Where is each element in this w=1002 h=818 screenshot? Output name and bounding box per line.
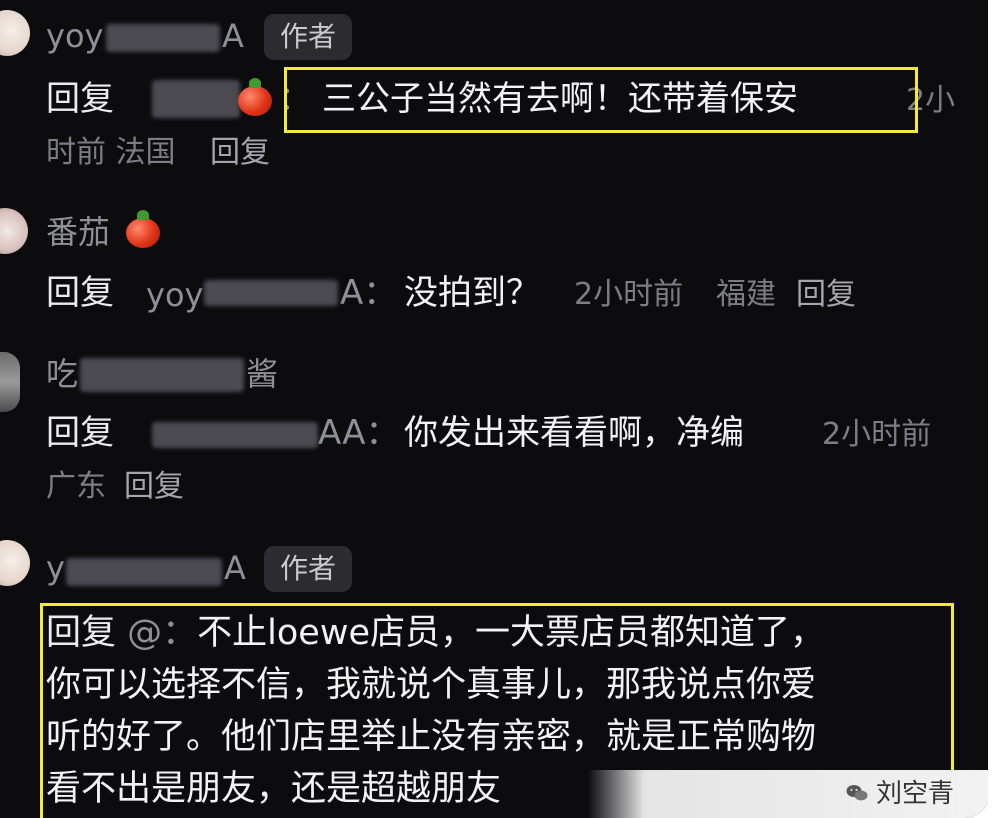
comment-content-line-3: 听的好了。他们店里举止没有亲密，就是正常购物 <box>46 717 817 757</box>
blurred-username <box>152 80 240 118</box>
avatar[interactable] <box>0 352 20 412</box>
reply-to-prefix[interactable]: yoy <box>146 272 203 318</box>
comment-location: 广东 <box>46 469 106 504</box>
tomato-emoji-icon <box>126 210 160 248</box>
reply-keyword: 回复 <box>46 273 114 313</box>
blurred-username <box>204 280 338 306</box>
blurred-username <box>80 358 244 392</box>
reply-to[interactable]: @： <box>127 613 197 653</box>
comment-content: 你发出来看看啊，净编 <box>404 413 744 453</box>
commenter-name-prefix[interactable]: 吃 <box>46 354 78 394</box>
comment-thread: yoy A 作者 回复 ： 三公子当然有去啊！还带着保安 2小 时前 法国 回复… <box>0 0 990 818</box>
blurred-username <box>66 558 222 586</box>
commenter-name-suffix[interactable]: A <box>222 16 244 56</box>
watermark-text: 刘空青 <box>876 779 955 809</box>
comment-time: 2小时前 <box>574 277 684 312</box>
comment-content-line-2: 你可以选择不信，我就说个真事儿，那我说点你爱 <box>46 665 817 705</box>
reply-to-suffix[interactable]: A： <box>340 270 397 316</box>
comment-time: 2小时前 <box>822 417 932 452</box>
reply-button[interactable]: 回复 <box>796 272 856 318</box>
avatar[interactable] <box>0 540 30 586</box>
commenter-name-suffix[interactable]: A <box>224 548 246 588</box>
tomato-emoji-icon <box>238 78 272 116</box>
commenter-name-prefix[interactable]: yoy <box>46 16 103 56</box>
comment-content: 没拍到？ <box>404 273 540 313</box>
blurred-username <box>106 24 220 52</box>
frame-edge <box>988 0 1002 818</box>
comment-time: 2小 <box>906 83 956 118</box>
comment-location: 福建 <box>716 277 776 312</box>
commenter-name-prefix[interactable]: y <box>46 548 65 588</box>
avatar[interactable] <box>0 10 30 56</box>
comment-meta: 时前 法国 <box>46 135 176 170</box>
watermark: 刘空青 <box>588 770 990 818</box>
comment-content-line-1: 回复 @：不止loewe店员，一大票店员都知道了， <box>46 607 825 659</box>
reply-keyword: 回复 <box>46 613 117 653</box>
comment-content: 不止loewe店员，一大票店员都知道了， <box>197 613 826 653</box>
commenter-name[interactable]: 番茄 <box>46 212 110 252</box>
reply-keyword: 回复 <box>46 413 114 453</box>
commenter-name-suffix[interactable]: 酱 <box>246 354 278 394</box>
comment-content-line-4: 看不出是朋友，还是超越朋友 <box>46 769 502 809</box>
reply-keyword: 回复 <box>46 79 114 119</box>
avatar[interactable] <box>0 208 28 254</box>
author-badge: 作者 <box>264 546 353 592</box>
blurred-username <box>152 422 318 448</box>
reply-to-suffix[interactable]: AA： <box>318 410 399 456</box>
reply-button[interactable]: 回复 <box>210 130 270 176</box>
reply-button[interactable]: 回复 <box>124 464 184 510</box>
wechat-icon <box>846 785 868 801</box>
author-badge: 作者 <box>264 14 353 60</box>
comment-content: 三公子当然有去啊！还带着保安 <box>322 79 798 119</box>
